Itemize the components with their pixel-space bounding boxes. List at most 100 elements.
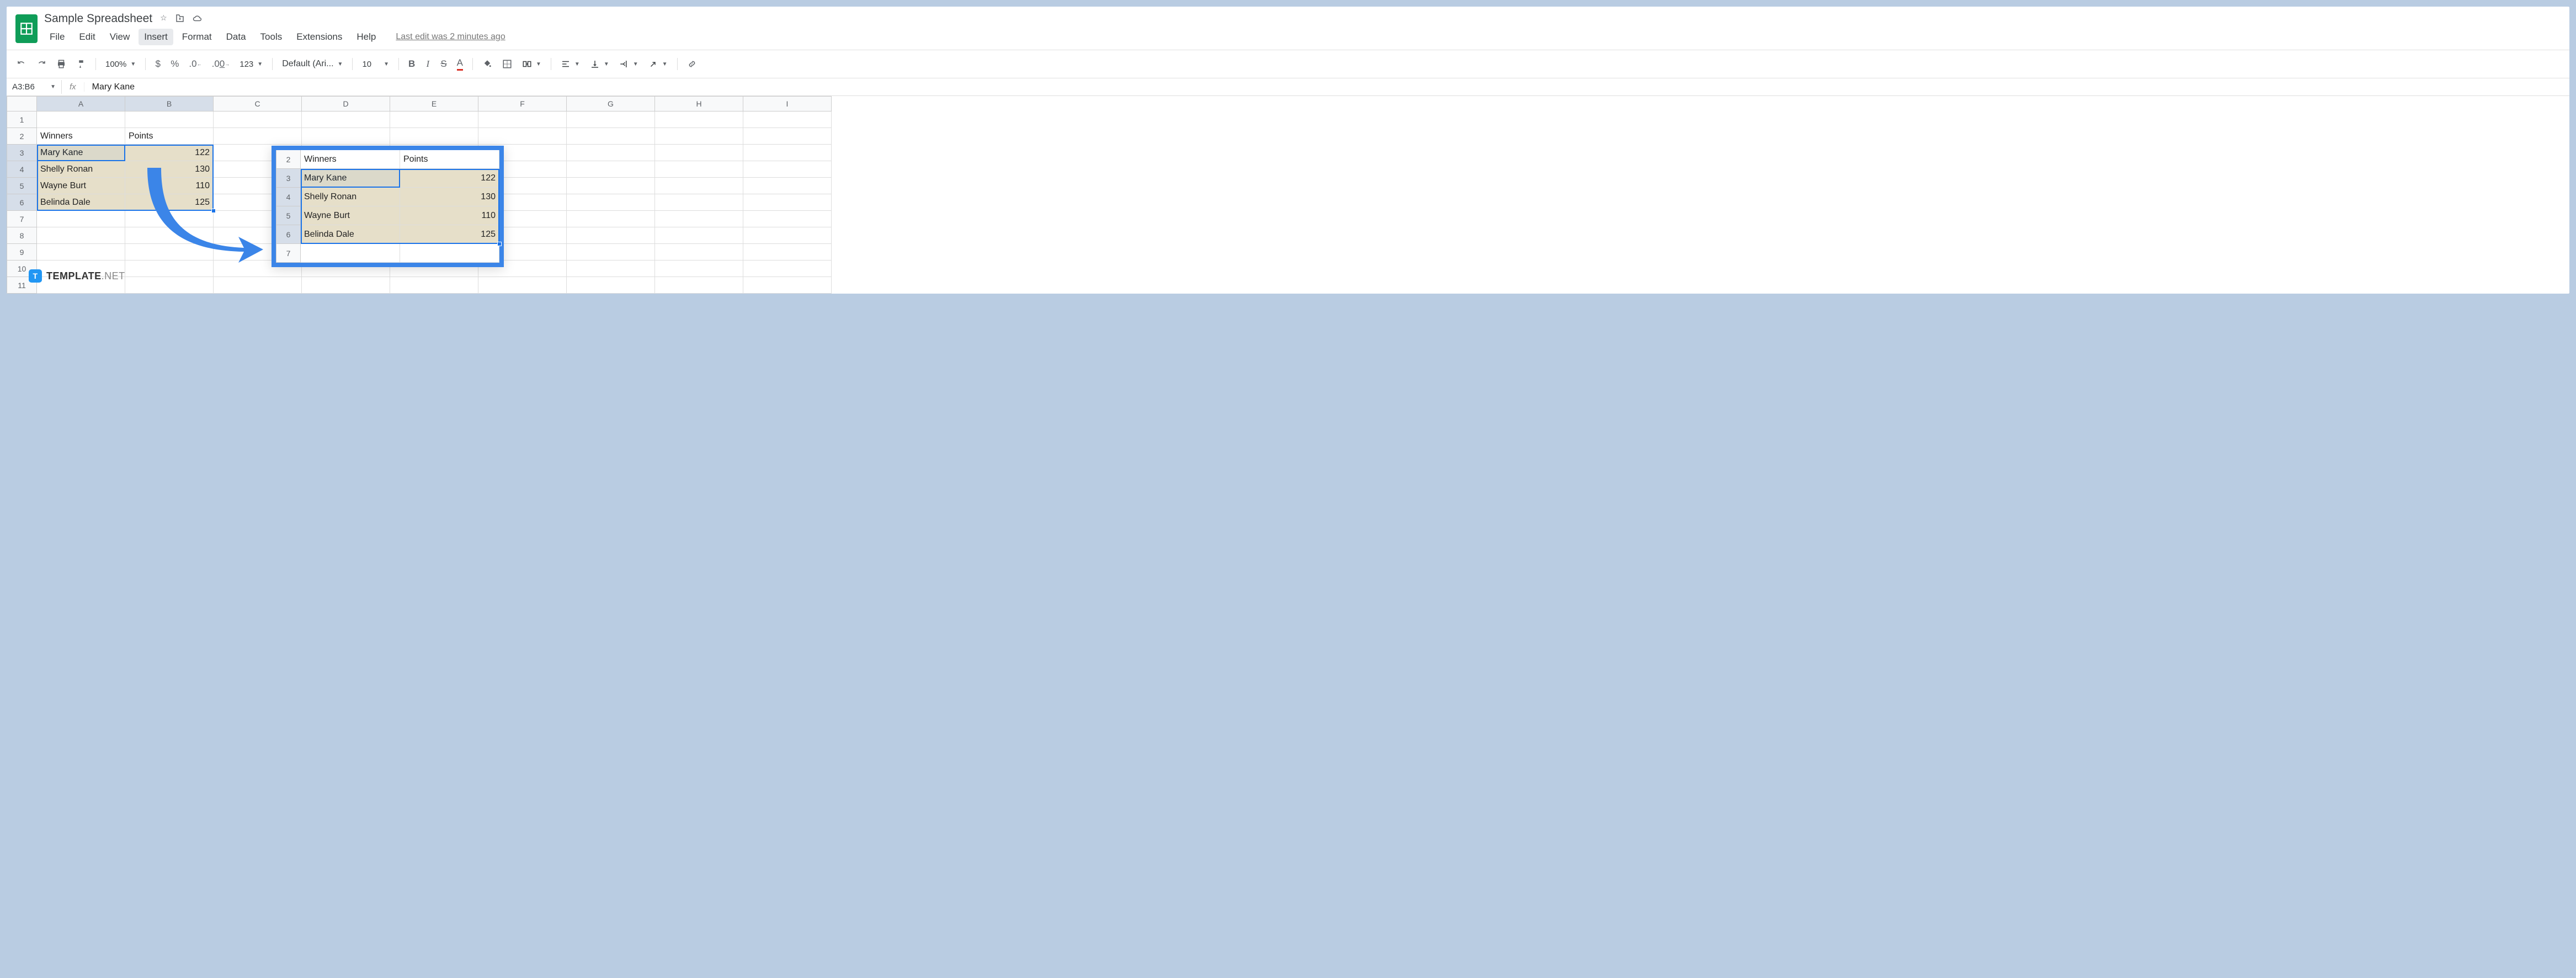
insert-link-button[interactable] — [684, 56, 700, 72]
menubar: File Edit View Insert Format Data Tools … — [44, 29, 2561, 45]
zoom-dropdown[interactable]: 100%▼ — [102, 57, 139, 71]
borders-button[interactable] — [499, 56, 515, 72]
cell-A4[interactable]: Shelly Ronan — [37, 161, 125, 178]
row-header-3[interactable]: 3 — [7, 145, 37, 161]
star-icon[interactable]: ☆ — [160, 13, 167, 25]
cell-A3[interactable]: Mary Kane — [37, 145, 125, 161]
callout-B5: 110 — [400, 206, 499, 225]
callout-panel: 2WinnersPoints 3Mary Kane122 4Shelly Ron… — [272, 146, 504, 267]
col-header-C[interactable]: C — [214, 96, 302, 111]
row-header-1[interactable]: 1 — [7, 111, 37, 128]
callout-fill-handle — [497, 242, 502, 246]
callout-B2: Points — [400, 150, 499, 169]
increase-decimal-button[interactable]: .00→ — [209, 56, 233, 72]
row-header-5[interactable]: 5 — [7, 178, 37, 194]
number-format-dropdown[interactable]: 123▼ — [236, 57, 266, 71]
menu-data[interactable]: Data — [221, 29, 252, 45]
menu-help[interactable]: Help — [351, 29, 381, 45]
horizontal-align-dropdown[interactable]: ▼ — [557, 57, 583, 71]
redo-button[interactable] — [33, 56, 50, 72]
font-dropdown[interactable]: Default (Ari...▼ — [279, 57, 346, 71]
col-header-H[interactable]: H — [655, 96, 743, 111]
cell-B1[interactable] — [125, 111, 214, 128]
cell-B4[interactable]: 130 — [125, 161, 214, 178]
callout-row-5: 5 — [276, 206, 301, 225]
col-header-F[interactable]: F — [478, 96, 567, 111]
col-header-A[interactable]: A — [37, 96, 125, 111]
callout-A5: Wayne Burt — [301, 206, 400, 225]
callout-A4: Shelly Ronan — [301, 188, 400, 206]
row-header-9[interactable]: 9 — [7, 244, 37, 261]
app-window: Sample Spreadsheet ☆ File Edit View Inse… — [7, 7, 2569, 294]
row-header-2[interactable]: 2 — [7, 128, 37, 145]
last-edit-link[interactable]: Last edit was 2 minutes ago — [396, 32, 505, 42]
menu-extensions[interactable]: Extensions — [291, 29, 348, 45]
menu-tools[interactable]: Tools — [255, 29, 288, 45]
decrease-decimal-button[interactable]: .0← — [185, 56, 205, 72]
callout-row-3: 3 — [276, 169, 301, 188]
col-header-G[interactable]: G — [567, 96, 655, 111]
callout-row-2: 2 — [276, 150, 301, 169]
col-header-B[interactable]: B — [125, 96, 214, 111]
watermark-logo: T — [29, 269, 42, 283]
watermark: T TEMPLATE.NET — [29, 269, 125, 283]
menu-file[interactable]: File — [44, 29, 70, 45]
callout-A6: Belinda Dale — [301, 225, 400, 244]
move-icon[interactable] — [175, 13, 185, 25]
text-wrap-dropdown[interactable]: ▼ — [616, 57, 642, 71]
formula-input[interactable]: Mary Kane — [84, 82, 142, 92]
col-header-D[interactable]: D — [302, 96, 390, 111]
menu-edit[interactable]: Edit — [73, 29, 100, 45]
col-header-I[interactable]: I — [743, 96, 832, 111]
row-header-4[interactable]: 4 — [7, 161, 37, 178]
toolbar: 100%▼ $ % .0← .00→ 123▼ Default (Ari...▼… — [7, 50, 2569, 78]
cell-A6[interactable]: Belinda Dale — [37, 194, 125, 211]
fill-handle[interactable] — [211, 209, 216, 213]
cell-B6[interactable]: 125 — [125, 194, 214, 211]
col-header-E[interactable]: E — [390, 96, 478, 111]
percent-button[interactable]: % — [167, 56, 182, 72]
menu-insert[interactable]: Insert — [139, 29, 173, 45]
callout-row-6: 6 — [276, 225, 301, 244]
menu-view[interactable]: View — [104, 29, 136, 45]
font-size-dropdown[interactable]: 10▼ — [359, 57, 392, 71]
fx-label: fx — [62, 82, 84, 92]
fill-color-button[interactable] — [479, 56, 496, 72]
undo-button[interactable] — [13, 56, 30, 72]
spreadsheet-grid[interactable]: A B C D E F G H I 1 2WinnersPoints 3Mary… — [7, 96, 2569, 294]
print-button[interactable] — [53, 56, 70, 72]
callout-row-7: 7 — [276, 244, 301, 263]
callout-B6: 125 — [400, 225, 499, 244]
select-all-corner[interactable] — [7, 96, 37, 111]
callout-row-4: 4 — [276, 188, 301, 206]
name-box[interactable]: A3:B6▼ — [7, 80, 62, 94]
callout-A3: Mary Kane — [301, 169, 400, 188]
callout-B3: 122 — [400, 169, 499, 188]
vertical-align-dropdown[interactable]: ▼ — [587, 57, 613, 71]
row-header-8[interactable]: 8 — [7, 227, 37, 244]
text-rotation-dropdown[interactable]: ▼ — [645, 57, 671, 71]
menu-format[interactable]: Format — [177, 29, 217, 45]
sheets-logo[interactable] — [15, 14, 38, 43]
cell-B3[interactable]: 122 — [125, 145, 214, 161]
cell-B5[interactable]: 110 — [125, 178, 214, 194]
callout-B4: 130 — [400, 188, 499, 206]
merge-dropdown[interactable]: ▼ — [519, 57, 545, 71]
cell-A1[interactable] — [37, 111, 125, 128]
cell-A2[interactable]: Winners — [37, 128, 125, 145]
bold-button[interactable]: B — [405, 56, 418, 72]
row-header-7[interactable]: 7 — [7, 211, 37, 227]
cell-A5[interactable]: Wayne Burt — [37, 178, 125, 194]
header: Sample Spreadsheet ☆ File Edit View Inse… — [7, 7, 2569, 45]
strikethrough-button[interactable]: S — [437, 56, 450, 72]
italic-button[interactable]: I — [422, 56, 434, 72]
currency-button[interactable]: $ — [152, 56, 164, 72]
paint-format-button[interactable] — [73, 56, 89, 72]
cell-B2[interactable]: Points — [125, 128, 214, 145]
doc-title[interactable]: Sample Spreadsheet — [44, 12, 152, 25]
text-color-button[interactable]: A — [454, 55, 466, 73]
cloud-icon[interactable] — [193, 13, 203, 25]
formula-bar: A3:B6▼ fx Mary Kane — [7, 78, 2569, 96]
row-header-6[interactable]: 6 — [7, 194, 37, 211]
callout-A2: Winners — [301, 150, 400, 169]
